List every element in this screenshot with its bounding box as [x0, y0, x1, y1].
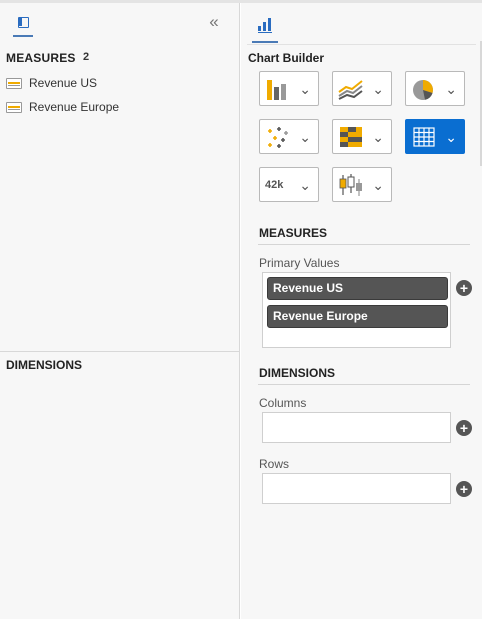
section-divider [258, 384, 470, 385]
chart-builder-tab[interactable] [252, 11, 278, 43]
heatmap-icon [340, 127, 362, 147]
columns-dropzone[interactable] [262, 412, 451, 443]
measures-section-heading: MEASURES [259, 226, 328, 240]
chart-type-numeric-point[interactable]: 42k ⌄ [259, 167, 319, 202]
primary-values-dropzone[interactable]: Revenue US Revenue Europe [262, 272, 451, 348]
chevron-down-icon: ⌄ [372, 129, 384, 145]
chevron-down-icon: ⌄ [299, 81, 311, 97]
chart-builder-icon [258, 17, 272, 33]
measure-icon [6, 77, 22, 89]
section-divider [0, 351, 239, 352]
measure-item-revenue-us[interactable]: Revenue US [6, 74, 97, 92]
chevron-down-icon: ⌄ [372, 177, 384, 193]
primary-values-label: Primary Values [259, 256, 340, 270]
chart-type-box-plot[interactable]: ⌄ [332, 167, 392, 202]
add-primary-value-icon[interactable]: + [456, 280, 472, 296]
measure-item-revenue-europe[interactable]: Revenue Europe [6, 98, 119, 116]
measures-count: 2 [83, 51, 90, 63]
chart-type-pie[interactable]: ⌄ [405, 71, 465, 106]
chart-type-heatmap[interactable]: ⌄ [332, 119, 392, 154]
chevron-down-icon: ⌄ [372, 81, 384, 97]
pie-chart-icon [413, 80, 433, 100]
table-icon [413, 127, 435, 147]
section-divider [258, 244, 470, 245]
chart-type-bar[interactable]: ⌄ [259, 71, 319, 106]
numeric-point-icon: 42k [265, 173, 291, 197]
chevron-down-icon: ⌄ [445, 129, 457, 145]
data-panel-header: « [0, 3, 239, 44]
panel-toggle-icon[interactable] [13, 13, 33, 37]
add-row-icon[interactable]: + [456, 481, 472, 497]
box-plot-icon [339, 174, 362, 196]
scatter-chart-icon [268, 127, 288, 148]
bar-chart-icon [267, 80, 286, 100]
numeric-point-text: 42k [265, 179, 284, 191]
measure-icon [6, 101, 22, 113]
primary-value-pill-revenue-us[interactable]: Revenue US [267, 277, 448, 300]
chevron-down-icon: ⌄ [299, 177, 311, 193]
chart-type-table[interactable]: ⌄ [405, 119, 465, 154]
rows-dropzone[interactable] [262, 473, 451, 504]
chevron-down-icon: ⌄ [445, 81, 457, 97]
columns-label: Columns [259, 396, 307, 410]
header-divider [247, 44, 476, 45]
measure-label: Revenue US [29, 76, 98, 90]
measure-label: Revenue Europe [29, 100, 120, 114]
chart-builder-title: Chart Builder [248, 51, 325, 65]
chevron-down-icon: ⌄ [299, 129, 311, 145]
chart-type-scatter[interactable]: ⌄ [259, 119, 319, 154]
measures-heading: MEASURES [6, 51, 76, 65]
dimensions-heading: DIMENSIONS [6, 358, 83, 372]
chart-type-line[interactable]: ⌄ [332, 71, 392, 106]
primary-value-pill-revenue-europe[interactable]: Revenue Europe [267, 305, 448, 328]
chart-builder-panel: Chart Builder ⌄ ⌄ ⌄ ⌄ ⌄ ⌄ 42k ⌄ ⌄ MEASUR… [241, 3, 482, 619]
collapse-panel-icon[interactable]: « [204, 12, 224, 32]
dimensions-section-heading: DIMENSIONS [259, 366, 336, 380]
data-panel: « MEASURES 2 Revenue US Revenue Europe D… [0, 3, 240, 619]
add-column-icon[interactable]: + [456, 420, 472, 436]
rows-label: Rows [259, 457, 290, 471]
line-chart-icon [338, 80, 363, 100]
